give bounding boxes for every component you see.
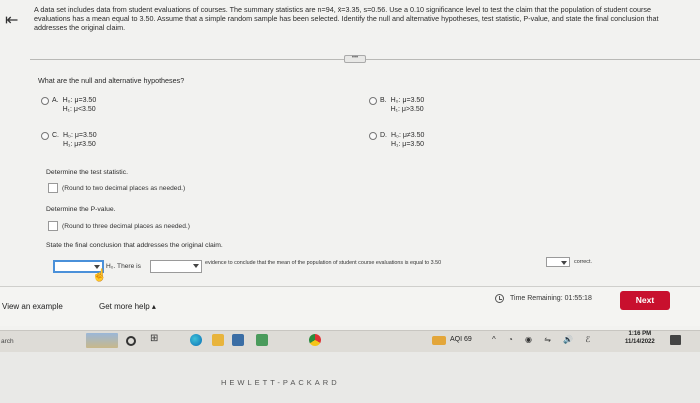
null-hypothesis: H₀: μ=3.50 (63, 132, 97, 139)
store-icon[interactable] (232, 334, 244, 346)
clock-icon (495, 294, 504, 303)
laptop-bezel (0, 352, 700, 403)
mail-icon[interactable] (256, 334, 268, 346)
test-statistic-note: (Round to two decimal places as needed.) (62, 185, 186, 192)
conclusion-trailing-text: correct. (574, 259, 592, 265)
weather-thumbnail-icon[interactable] (86, 333, 118, 348)
next-button[interactable]: Next (620, 291, 670, 310)
option-letter: D. (380, 132, 387, 139)
radio-button-icon[interactable] (369, 132, 377, 140)
task-view-icon[interactable]: ⊞ (150, 333, 162, 345)
option-a[interactable]: A. H₀: μ=3.50 H₁: μ<3.50 (41, 96, 96, 114)
clock-time: 1:16 PM (628, 331, 652, 337)
get-more-help-link[interactable]: Get more help ▴ (99, 302, 156, 311)
option-letter: A. (52, 97, 59, 104)
air-quality-icon (432, 336, 446, 345)
hand-cursor-icon: ☝ (92, 268, 107, 282)
alt-hypothesis: H₁: μ≠3.50 (63, 141, 96, 148)
air-quality-index[interactable]: AQI 69 (450, 336, 472, 343)
alt-hypothesis: H₁: μ>3.50 (390, 106, 424, 113)
p-value-label: Determine the P-value. (46, 206, 116, 213)
radio-button-icon[interactable] (41, 97, 49, 105)
back-arrow-icon[interactable]: ⇤ (5, 10, 18, 30)
clock-date: 11/14/2022 (625, 339, 655, 345)
chevron-down-icon (193, 264, 199, 268)
time-remaining: Time Remaining: 01:55:18 (510, 295, 592, 302)
radio-button-icon[interactable] (41, 132, 49, 140)
alt-hypothesis: H₁: μ=3.50 (391, 141, 425, 148)
taskbar-clock[interactable]: 1:16 PM 11/14/2022 (625, 330, 655, 346)
chrome-browser-icon[interactable] (309, 334, 321, 346)
alt-hypothesis: H₁: μ<3.50 (62, 106, 96, 113)
option-letter: C. (52, 132, 59, 139)
p-value-input[interactable] (48, 221, 58, 231)
option-d[interactable]: D. H₀: μ≠3.50 H₁: μ=3.50 (369, 131, 424, 149)
taskbar-search-text[interactable]: arch (1, 338, 14, 345)
radio-button-icon[interactable] (369, 97, 377, 105)
expand-dots-button[interactable]: ••• (344, 55, 366, 63)
conclusion-label: State the final conclusion that addresse… (46, 242, 223, 249)
problem-statement: A data set includes data from student ev… (34, 5, 659, 32)
conclusion-evidence-text: evidence to conclude that the mean of th… (205, 260, 442, 266)
chevron-down-icon (561, 261, 567, 265)
option-letter: B. (380, 97, 387, 104)
evidence-select[interactable] (150, 260, 202, 273)
option-c[interactable]: C. H₀: μ=3.50 H₁: μ≠3.50 (41, 131, 97, 149)
option-b[interactable]: B. H₀: μ=3.50 H₁: μ>3.50 (369, 96, 424, 114)
file-explorer-icon[interactable] (212, 334, 224, 346)
conclusion-h0-text: H₀. There is (106, 263, 141, 270)
edge-browser-icon[interactable] (190, 334, 202, 346)
null-hypothesis: H₀: μ=3.50 (62, 97, 97, 104)
browser-screen: ⇤ A data set includes data from student … (0, 0, 700, 330)
view-example-link[interactable]: View an example (2, 302, 63, 311)
start-circle-icon[interactable] (126, 336, 136, 346)
brand-logo-text: HEWLETT-PACKARD (221, 378, 340, 387)
claim-select[interactable] (546, 257, 570, 267)
null-hypothesis: H₀: μ≠3.50 (391, 132, 425, 139)
system-tray-icons[interactable]: ^ ◔ ◉ ⇋ 🔊 ℰ (492, 335, 595, 344)
test-statistic-input[interactable] (48, 183, 58, 193)
null-hypothesis: H₀: μ=3.50 (390, 97, 425, 104)
p-value-note: (Round to three decimal places as needed… (62, 223, 190, 230)
test-statistic-label: Determine the test statistic. (46, 169, 128, 176)
question-text: What are the null and alternative hypoth… (38, 76, 185, 85)
notification-icon[interactable] (670, 335, 681, 345)
